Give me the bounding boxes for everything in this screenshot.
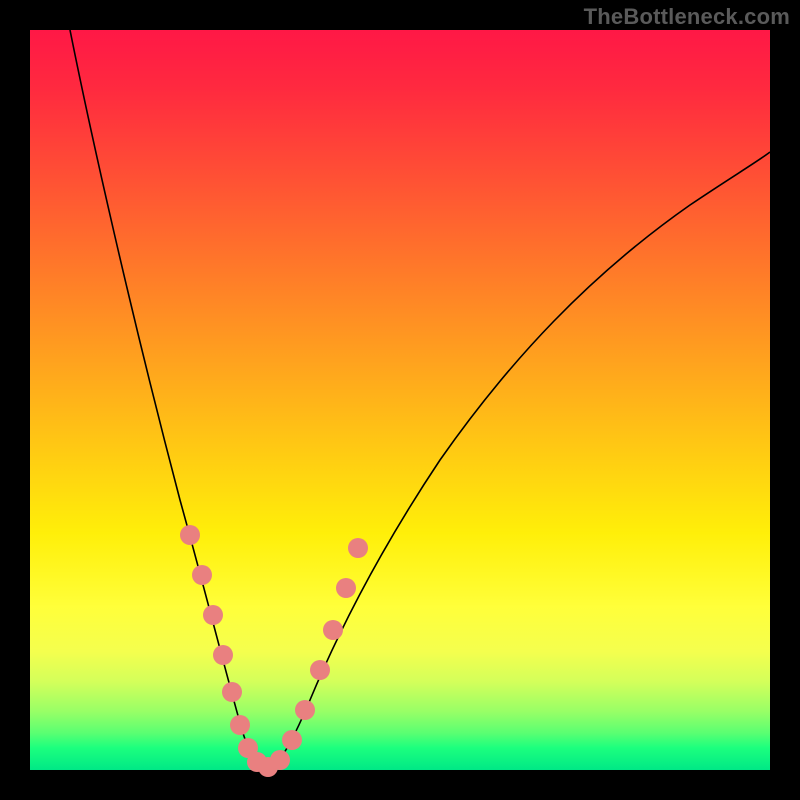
data-point — [282, 730, 302, 750]
data-point — [230, 715, 250, 735]
scatter-dots — [180, 525, 368, 777]
data-point — [192, 565, 212, 585]
chart-frame: TheBottleneck.com — [0, 0, 800, 800]
data-point — [310, 660, 330, 680]
watermark-text: TheBottleneck.com — [584, 4, 790, 30]
data-point — [180, 525, 200, 545]
bottleneck-curve-left — [70, 30, 266, 770]
data-point — [222, 682, 242, 702]
plot-area — [30, 30, 770, 770]
curve-layer — [30, 30, 770, 770]
data-point — [348, 538, 368, 558]
data-point — [323, 620, 343, 640]
data-point — [295, 700, 315, 720]
data-point — [336, 578, 356, 598]
data-point — [213, 645, 233, 665]
data-point — [203, 605, 223, 625]
data-point — [270, 750, 290, 770]
bottleneck-curve-right — [266, 152, 770, 770]
